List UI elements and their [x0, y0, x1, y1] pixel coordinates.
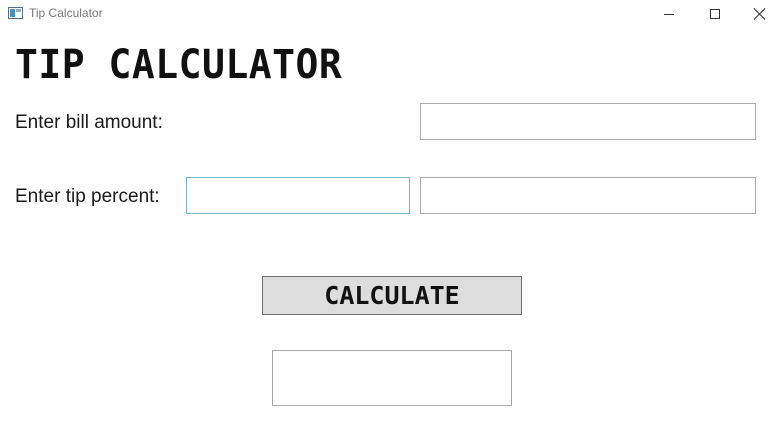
maximize-icon: [710, 9, 720, 19]
minimize-icon: [664, 13, 674, 15]
bill-amount-input[interactable]: [420, 103, 756, 140]
page-title: TIP CALCULATOR: [15, 41, 343, 88]
window-title: Tip Calculator: [29, 6, 103, 20]
tip-percent-input[interactable]: [186, 177, 410, 214]
app-window-icon: [8, 7, 23, 19]
bill-amount-label: Enter bill amount:: [15, 112, 163, 133]
result-box: [272, 350, 512, 406]
tip-percent-label: Enter tip percent:: [15, 186, 160, 207]
title-bar[interactable]: Tip Calculator: [0, 0, 782, 28]
calculate-button[interactable]: CALCULATE: [262, 276, 522, 315]
close-button[interactable]: [737, 0, 782, 28]
tip-calculator-window: Tip Calculator TIP CALCULATOR Enter bill…: [0, 0, 782, 440]
tip-amount-field[interactable]: [420, 177, 756, 214]
minimize-button[interactable]: [646, 0, 692, 28]
maximize-button[interactable]: [692, 0, 738, 28]
close-icon: [754, 8, 766, 20]
